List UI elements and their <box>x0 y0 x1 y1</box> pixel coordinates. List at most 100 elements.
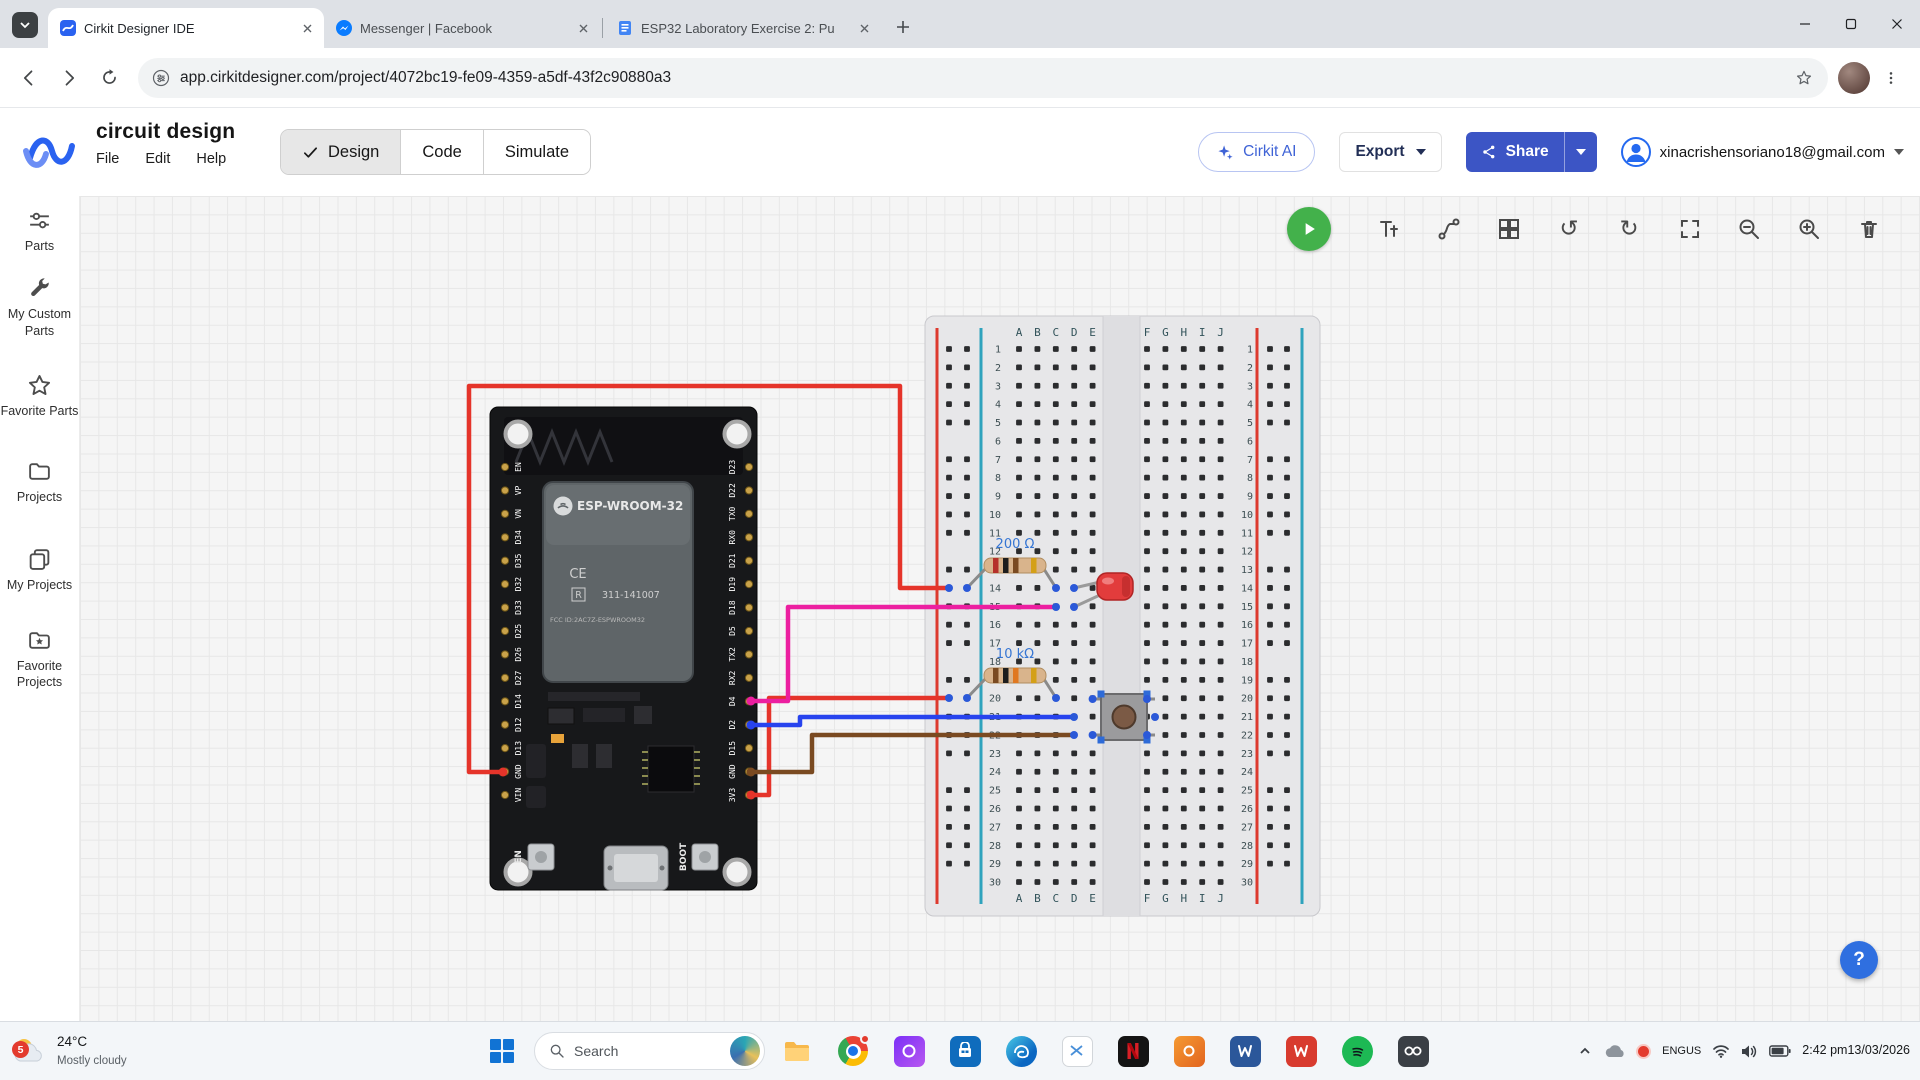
window-maximize-button[interactable] <box>1828 0 1874 48</box>
circuit-svg[interactable]: 1122334455667788991010111112121313141415… <box>80 196 1920 1021</box>
tab-search-button[interactable] <box>12 12 38 38</box>
netflix-icon[interactable] <box>1109 1027 1157 1075</box>
bookmark-star-button[interactable] <box>1788 62 1820 94</box>
design-canvas[interactable]: 1122334455667788991010111112121313141415… <box>80 196 1920 1021</box>
export-button[interactable]: Export <box>1339 132 1442 172</box>
wps-icon[interactable] <box>1277 1027 1325 1075</box>
breadboard-hole <box>1180 842 1187 849</box>
share-button[interactable]: Share <box>1465 132 1597 172</box>
esp32-devkit-board[interactable]: ESP-WROOM-32 CE R 311-141007 FCC ID:2AC7… <box>489 406 758 891</box>
volume-icon[interactable] <box>1741 1044 1758 1059</box>
clock[interactable]: 2:42 pm 13/03/2026 <box>1802 1042 1910 1060</box>
battery-icon[interactable] <box>1769 1045 1791 1057</box>
breadboard-hole <box>1071 640 1078 646</box>
breadboard-hole <box>1089 713 1096 720</box>
photos-icon[interactable] <box>885 1027 933 1075</box>
tab-close-button[interactable] <box>298 19 316 37</box>
text-tool-button[interactable] <box>1372 211 1408 247</box>
tab-close-button[interactable] <box>855 19 873 37</box>
browser-menu-button[interactable] <box>1872 59 1910 97</box>
breadboard-hole <box>1162 566 1169 573</box>
rotate-ccw-button[interactable]: ↺ <box>1551 211 1587 247</box>
menu-file[interactable]: File <box>96 151 119 167</box>
start-simulation-button[interactable] <box>1287 207 1331 251</box>
selection-handle[interactable] <box>1097 690 1105 698</box>
window-minimize-button[interactable] <box>1782 0 1828 48</box>
sidebar-item-my-projects[interactable]: My Projects <box>1 547 79 593</box>
tab-design[interactable]: Design <box>281 130 401 174</box>
breadboard-hole <box>1071 401 1078 408</box>
window-close-button[interactable] <box>1874 0 1920 48</box>
new-tab-button[interactable] <box>889 13 917 41</box>
menu-help[interactable]: Help <box>196 151 226 167</box>
weather-temp: 24°C <box>57 1034 88 1050</box>
edge-icon[interactable] <box>997 1027 1045 1075</box>
onedrive-icon[interactable] <box>1603 1043 1625 1059</box>
share-dropdown[interactable] <box>1563 132 1597 172</box>
start-button[interactable] <box>478 1027 526 1075</box>
url-text[interactable]: app.cirkitdesigner.com/project/4072bc19-… <box>180 69 1778 87</box>
tab-simulate[interactable]: Simulate <box>482 130 591 174</box>
tab-code[interactable]: Code <box>400 130 483 174</box>
breadboard-hole <box>1089 676 1096 683</box>
office-orange-app-icon[interactable] <box>1165 1027 1213 1075</box>
breadboard-row-number: 12 <box>1241 547 1253 558</box>
reload-button[interactable] <box>90 59 128 97</box>
file-explorer-icon[interactable] <box>773 1027 821 1075</box>
breadboard-hole <box>1034 548 1041 555</box>
menu-edit[interactable]: Edit <box>145 151 170 167</box>
wire-3v3-red[interactable] <box>748 695 952 798</box>
zoom-out-button[interactable] <box>1731 211 1767 247</box>
breadboard[interactable]: 1122334455667788991010111112121313141415… <box>924 315 1321 917</box>
hidden-icons-button[interactable] <box>1578 1044 1592 1058</box>
breadboard-hole <box>1180 658 1187 665</box>
grid-view-button[interactable] <box>1491 211 1527 247</box>
sidebar-item-projects[interactable]: Projects <box>1 459 79 505</box>
help-button[interactable]: ? <box>1840 941 1878 979</box>
taskbar-search[interactable]: Search <box>534 1032 765 1070</box>
microsoft-store-icon[interactable] <box>941 1027 989 1075</box>
forward-button[interactable] <box>50 59 88 97</box>
sidebar-item-parts[interactable]: Parts <box>1 208 79 254</box>
word-icon[interactable] <box>1221 1027 1269 1075</box>
wifi-icon[interactable] <box>1712 1044 1730 1058</box>
rotate-cw-button[interactable]: ↻ <box>1611 211 1647 247</box>
tray-red-app-icon[interactable] <box>1636 1043 1652 1059</box>
project-title[interactable]: circuit design <box>96 120 235 144</box>
browser-profile-avatar[interactable] <box>1838 61 1870 94</box>
back-button[interactable] <box>10 59 48 97</box>
breadboard-rail-hole <box>964 456 970 463</box>
snipping-app-icon[interactable] <box>1053 1027 1101 1075</box>
browser-tab-messenger[interactable]: Messenger | Facebook <box>324 8 600 48</box>
breadboard-hole <box>1071 621 1078 628</box>
breadboard-hole <box>1016 621 1022 628</box>
chrome-icon[interactable] <box>829 1027 877 1075</box>
zoom-in-button[interactable] <box>1791 211 1827 247</box>
wire-tool-button[interactable] <box>1431 211 1467 247</box>
breadboard-hole <box>1217 456 1224 463</box>
tab-close-button[interactable] <box>574 19 592 37</box>
dark-app-icon[interactable] <box>1389 1027 1437 1075</box>
breadboard-rail-hole <box>1267 474 1273 481</box>
cirkit-ai-button[interactable]: Cirkit AI <box>1198 132 1316 172</box>
weather-widget[interactable]: 5 24°C Mostly cloudy <box>10 1022 127 1080</box>
breadboard-hole <box>1144 585 1150 591</box>
breadboard-hole <box>1016 640 1022 646</box>
breadboard-hole <box>1016 750 1022 757</box>
site-settings-icon[interactable] <box>152 69 170 87</box>
breadboard-hole <box>1199 529 1206 536</box>
fit-to-screen-button[interactable] <box>1672 211 1708 247</box>
account-menu[interactable]: xinacrishensoriano18@gmail.com <box>1620 137 1904 167</box>
sidebar-item-my-custom-parts[interactable]: My Custom Parts <box>1 276 79 339</box>
language-switcher[interactable]: ENG US <box>1662 1044 1701 1058</box>
url-bar[interactable]: app.cirkitdesigner.com/project/4072bc19-… <box>138 57 1828 98</box>
browser-tab-esp32-doc[interactable]: ESP32 Laboratory Exercise 2: Pu <box>605 8 881 48</box>
sidebar-item-favorite-projects[interactable]: Favorite Projects <box>1 628 79 691</box>
selection-handle[interactable] <box>1097 736 1105 744</box>
spotify-icon[interactable] <box>1333 1027 1381 1075</box>
boot-button[interactable]: BOOT <box>679 842 719 871</box>
browser-tab-cirkit[interactable]: Cirkit Designer IDE <box>48 8 324 48</box>
delete-button[interactable] <box>1851 211 1887 247</box>
sidebar-item-favorite-parts[interactable]: Favorite Parts <box>1 373 79 419</box>
breadboard-hole <box>1180 529 1187 536</box>
